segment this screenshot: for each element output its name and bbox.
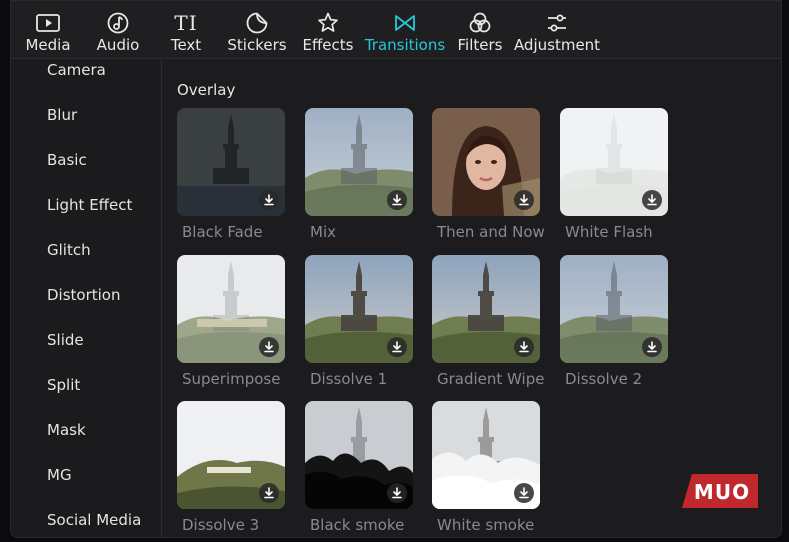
transition-thumbnail[interactable] (305, 255, 413, 363)
tab-audio-label: Audio (96, 36, 140, 54)
filters-icon (468, 10, 492, 36)
sidebar-item-mask[interactable]: Mask (47, 421, 86, 439)
adjustment-icon (545, 10, 569, 36)
download-icon[interactable] (387, 190, 407, 210)
transition-thumbnail[interactable] (305, 108, 413, 216)
download-icon[interactable] (259, 190, 279, 210)
transition-card[interactable]: Mix (305, 108, 413, 241)
audio-icon (106, 10, 130, 36)
transition-label: Black Fade (182, 223, 263, 241)
transition-label: Then and Now (437, 223, 545, 241)
download-icon[interactable] (259, 483, 279, 503)
tab-stickers-label: Stickers (227, 36, 287, 54)
transition-label: Mix (310, 223, 336, 241)
transition-label: Dissolve 1 (310, 370, 388, 388)
sidebar-item-camera[interactable]: Camera (47, 61, 106, 79)
transition-card[interactable]: White smoke (432, 401, 540, 534)
download-icon[interactable] (514, 337, 534, 357)
transition-card[interactable]: Then and Now (432, 108, 545, 241)
text-icon: TI (174, 11, 198, 35)
transition-card[interactable]: Dissolve 3 (177, 401, 285, 534)
stickers-icon (245, 10, 269, 36)
transition-card[interactable]: Dissolve 1 (305, 255, 413, 388)
transition-thumbnail[interactable] (560, 255, 668, 363)
sidebar-item-mg[interactable]: MG (47, 466, 72, 484)
tab-effects[interactable]: Effects (297, 1, 359, 59)
download-icon[interactable] (514, 190, 534, 210)
download-icon[interactable] (642, 337, 662, 357)
transition-card[interactable]: Black Fade (177, 108, 285, 241)
transition-label: White Flash (565, 223, 653, 241)
tab-stickers[interactable]: Stickers (221, 1, 293, 59)
transition-thumbnail[interactable] (177, 401, 285, 509)
transitions-icon (393, 10, 417, 36)
transition-card[interactable]: Dissolve 2 (560, 255, 668, 388)
tab-effects-label: Effects (302, 36, 354, 54)
transition-label: Superimpose (182, 370, 281, 388)
tab-text-label: Text (170, 36, 202, 54)
transition-card[interactable]: Black smoke (305, 401, 413, 534)
transition-thumbnail[interactable] (305, 401, 413, 509)
svg-text:MUO: MUO (694, 480, 750, 504)
transition-thumbnail[interactable] (177, 108, 285, 216)
transition-thumbnail[interactable] (432, 108, 540, 216)
transition-label: White smoke (437, 516, 535, 534)
sidebar-item-social-media[interactable]: Social Media (47, 511, 141, 529)
sidebar-item-distortion[interactable]: Distortion (47, 286, 121, 304)
tab-filters[interactable]: Filters (451, 1, 509, 59)
sidebar-item-glitch[interactable]: Glitch (47, 241, 91, 259)
transition-label: Gradient Wipe (437, 370, 545, 388)
transitions-panel: Overlay Black Fade Mix Then and Now Whit… (163, 59, 781, 537)
tab-adjustment[interactable]: Adjustment (513, 1, 601, 59)
tab-transitions[interactable]: Transitions (363, 1, 447, 59)
download-icon[interactable] (387, 337, 407, 357)
media-icon (35, 10, 61, 36)
section-title: Overlay (177, 81, 236, 99)
top-toolbar: Media Audio TI Text Stickers Effects Tra… (11, 1, 781, 59)
transition-card[interactable]: White Flash (560, 108, 668, 241)
download-icon[interactable] (642, 190, 662, 210)
transition-card[interactable]: Superimpose (177, 255, 285, 388)
tab-media[interactable]: Media (15, 1, 81, 59)
transition-card[interactable]: Gradient Wipe (432, 255, 545, 388)
download-icon[interactable] (387, 483, 407, 503)
transition-thumbnail[interactable] (432, 255, 540, 363)
tab-text[interactable]: TI Text (155, 1, 217, 59)
download-icon[interactable] (259, 337, 279, 357)
sidebar-item-split[interactable]: Split (47, 376, 80, 394)
transition-label: Black smoke (310, 516, 405, 534)
tab-media-label: Media (25, 36, 71, 54)
transition-thumbnail[interactable] (177, 255, 285, 363)
tab-transitions-label: Transitions (364, 36, 446, 54)
tab-audio[interactable]: Audio (85, 1, 151, 59)
effects-icon (316, 10, 340, 36)
transition-label: Dissolve 3 (182, 516, 260, 534)
transition-thumbnail[interactable] (560, 108, 668, 216)
download-icon[interactable] (514, 483, 534, 503)
category-sidebar: Camera Blur Basic Light Effect Glitch Di… (11, 59, 162, 537)
muo-logo: MUO (682, 474, 758, 508)
sidebar-item-basic[interactable]: Basic (47, 151, 87, 169)
tab-filters-label: Filters (457, 36, 503, 54)
transition-thumbnail[interactable] (432, 401, 540, 509)
sidebar-item-blur[interactable]: Blur (47, 106, 77, 124)
app-window: Media Audio TI Text Stickers Effects Tra… (10, 0, 782, 538)
sidebar-item-slide[interactable]: Slide (47, 331, 84, 349)
sidebar-item-light-effect[interactable]: Light Effect (47, 196, 132, 214)
transition-label: Dissolve 2 (565, 370, 643, 388)
tab-adjustment-label: Adjustment (513, 36, 601, 54)
